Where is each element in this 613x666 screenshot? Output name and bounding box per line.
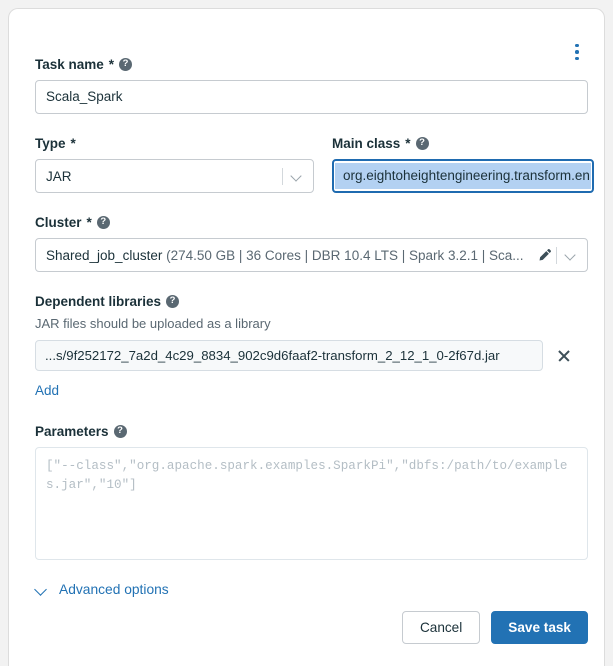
help-icon-glyph: ?: [419, 137, 425, 149]
advanced-options-toggle[interactable]: Advanced options: [35, 582, 169, 597]
cluster-label-text: Cluster: [35, 215, 82, 230]
task-name-label-text: Task name: [35, 57, 104, 72]
help-icon[interactable]: ?: [415, 137, 429, 150]
type-select[interactable]: JAR: [35, 159, 314, 193]
cluster-label: Cluster * ?: [35, 214, 588, 231]
required-marker: *: [86, 215, 92, 230]
cancel-button[interactable]: Cancel: [401, 611, 481, 644]
main-class-input-value: org.eightoheightengineering.transform.en: [335, 163, 591, 189]
library-path-input[interactable]: ...s/9f252172_7a2d_4c29_8834_902c9d6faaf…: [35, 340, 543, 371]
required-marker: *: [405, 136, 411, 151]
pencil-icon[interactable]: [537, 248, 552, 263]
save-task-button[interactable]: Save task: [491, 611, 588, 644]
main-class-field: Main class * ? org.eightoheightengineeri…: [332, 135, 594, 193]
help-icon[interactable]: ?: [96, 216, 110, 229]
parameters-label-text: Parameters: [35, 424, 109, 439]
cluster-details: (274.50 GB | 36 Cores | DBR 10.4 LTS | S…: [166, 247, 524, 263]
type-label-text: Type: [35, 136, 66, 151]
divider: [556, 246, 557, 264]
type-field: Type * JAR: [35, 135, 314, 193]
main-class-label: Main class * ?: [332, 135, 594, 152]
task-config-card: Task name * ? Scala_Spark Type * JAR Mai…: [8, 8, 605, 666]
help-icon-glyph: ?: [122, 58, 129, 70]
help-icon[interactable]: ?: [119, 58, 133, 71]
task-name-label: Task name * ?: [35, 56, 588, 73]
type-label: Type *: [35, 135, 314, 152]
dependent-libraries-label-text: Dependent libraries: [35, 294, 162, 309]
kebab-dot: [575, 43, 579, 48]
help-icon-glyph: ?: [100, 216, 107, 228]
cluster-name: Shared_job_cluster: [46, 247, 163, 263]
dependent-libraries-field: Dependent libraries ? JAR files should b…: [35, 293, 588, 400]
dependent-libraries-label: Dependent libraries ?: [35, 293, 588, 310]
help-icon[interactable]: ?: [166, 295, 180, 308]
parameters-label: Parameters ?: [35, 423, 588, 440]
advanced-options-label: Advanced options: [59, 582, 169, 597]
parameters-textarea[interactable]: ["--class","org.apache.spark.examples.Sp…: [35, 447, 588, 560]
cluster-select[interactable]: Shared_job_cluster (274.50 GB | 36 Cores…: [35, 238, 588, 272]
dependent-libraries-note: JAR files should be uploaded as a librar…: [35, 316, 271, 331]
chevron-down-icon: [292, 171, 303, 182]
cluster-field: Cluster * ? Shared_job_cluster (274.50 G…: [35, 214, 588, 272]
chevron-down-icon: [35, 583, 48, 596]
parameters-field: Parameters ? ["--class","org.apache.spar…: [35, 423, 588, 560]
task-form: Task name * ? Scala_Spark Type * JAR Mai…: [35, 56, 594, 597]
help-icon[interactable]: ?: [113, 425, 127, 438]
type-select-value: JAR: [46, 168, 72, 184]
chevron-down-icon: [566, 250, 577, 261]
add-library-link[interactable]: Add: [35, 383, 59, 398]
required-marker: *: [108, 57, 115, 72]
type-mainclass-row: Type * JAR Main class * ? org.eightoheig…: [35, 135, 594, 193]
divider: [282, 167, 283, 185]
main-class-input[interactable]: org.eightoheightengineering.transform.en: [332, 159, 594, 193]
main-class-label-text: Main class: [332, 136, 401, 151]
close-icon[interactable]: [556, 348, 572, 364]
help-icon-glyph: ?: [169, 295, 176, 307]
task-name-field: Task name * ? Scala_Spark: [35, 56, 588, 114]
cluster-select-value: Shared_job_cluster (274.50 GB | 36 Cores…: [46, 248, 533, 263]
form-footer: Cancel Save task: [401, 611, 588, 644]
required-marker: *: [70, 136, 76, 151]
library-row: ...s/9f252172_7a2d_4c29_8834_902c9d6faaf…: [35, 340, 588, 371]
kebab-dot: [575, 50, 579, 54]
task-name-input[interactable]: Scala_Spark: [35, 80, 588, 114]
help-icon-glyph: ?: [117, 425, 123, 437]
